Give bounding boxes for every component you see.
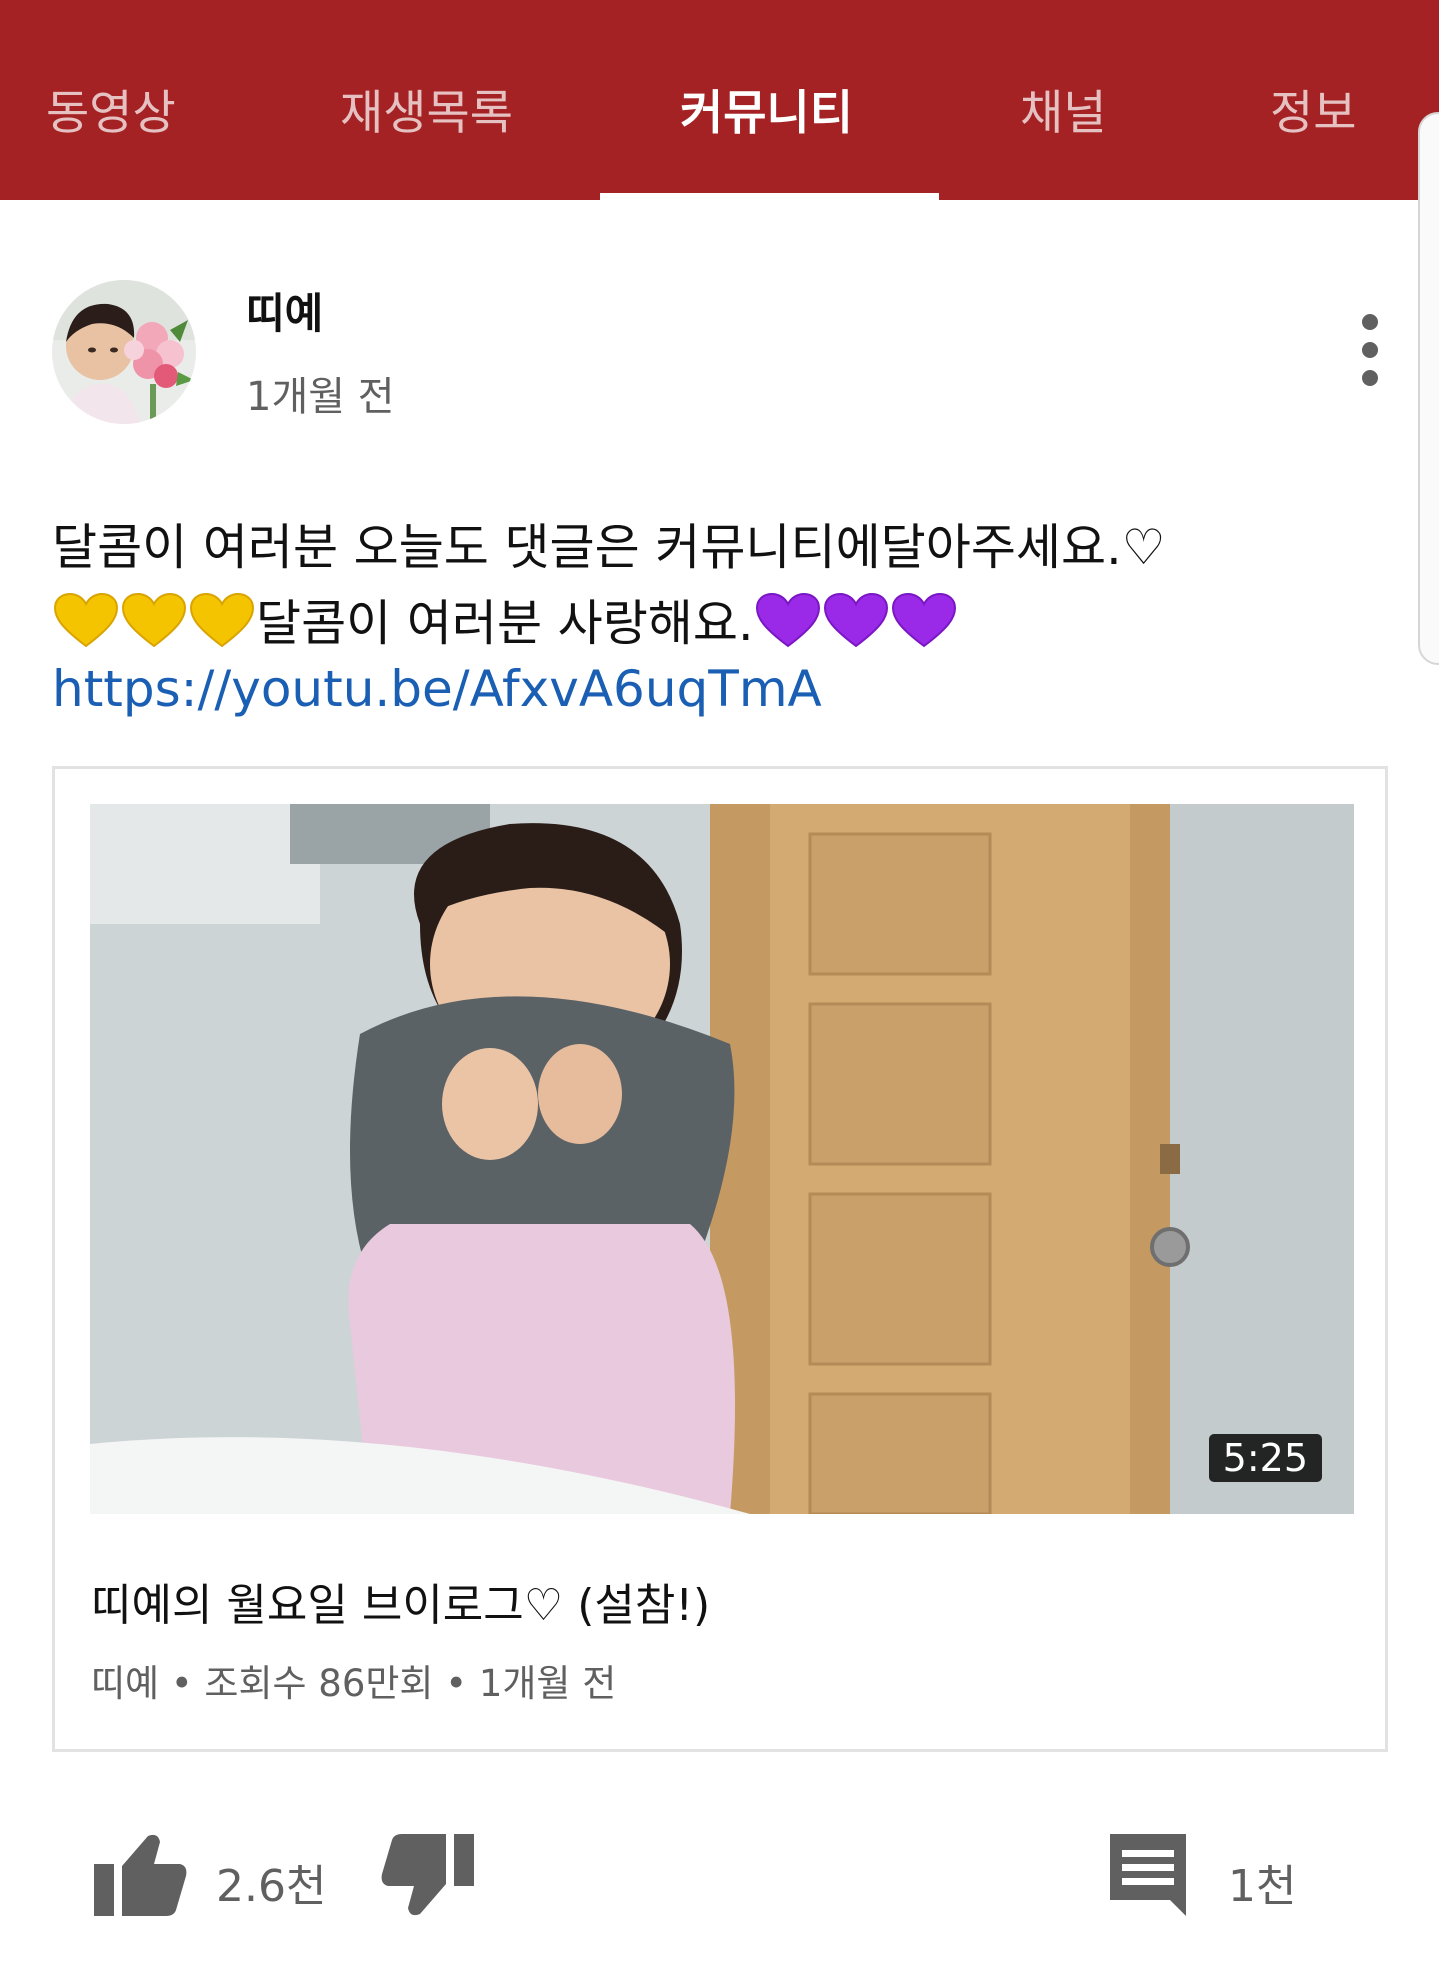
video-thumbnail[interactable]: 5:25: [90, 804, 1354, 1514]
comment-button[interactable]: [1106, 1830, 1190, 1920]
like-count: 2.6천: [216, 1861, 327, 1912]
video-duration-badge: 5:25: [1208, 1434, 1322, 1482]
tab-about[interactable]: 정보: [1270, 74, 1356, 141]
active-tab-indicator: [600, 193, 939, 200]
avatar[interactable]: [52, 280, 196, 424]
video-meta: 띠예 • 조회수 86만회 • 1개월 전: [91, 1662, 617, 1705]
post-author-name[interactable]: 띠예: [246, 280, 323, 341]
channel-tab-bar: 동영상 재생목록 커뮤니티 채널 정보: [0, 0, 1439, 200]
thumbs-up-icon: [94, 1834, 187, 1916]
post-text-line-2-label: 달콤이 여러분 사랑해요.: [256, 595, 754, 652]
scroll-edge: [1418, 112, 1439, 665]
dislike-button[interactable]: [380, 1830, 476, 1920]
tab-playlists[interactable]: 재생목록: [340, 74, 513, 141]
post-link[interactable]: https://youtu.be/AfxvA6uqTmA: [52, 660, 822, 718]
tab-videos[interactable]: 동영상: [46, 74, 176, 141]
purple-heart-icon: [754, 592, 958, 662]
comment-icon: [1110, 1834, 1186, 1916]
post-timestamp: 1개월 전: [246, 374, 395, 420]
video-card[interactable]: 5:25 띠예의 월요일 브이로그♡ (설참!) 띠예 • 조회수 86만회 •…: [52, 766, 1388, 1752]
tab-community[interactable]: 커뮤니티: [680, 74, 853, 141]
post-text-line-2: 달콤이 여러분 사랑해요.: [52, 584, 1372, 662]
tab-channels[interactable]: 채널: [1020, 74, 1106, 141]
more-vert-icon[interactable]: [1350, 310, 1390, 390]
post-text-line-1: 달콤이 여러분 오늘도 댓글은 커뮤니티에달아주세요.♡: [52, 519, 1166, 576]
thumbs-down-icon: [381, 1834, 474, 1916]
like-button[interactable]: [92, 1830, 188, 1920]
yellow-heart-icon: [52, 592, 256, 662]
comment-count: 1천: [1228, 1861, 1297, 1912]
video-title[interactable]: 띠예의 월요일 브이로그♡ (설참!): [91, 1569, 710, 1633]
